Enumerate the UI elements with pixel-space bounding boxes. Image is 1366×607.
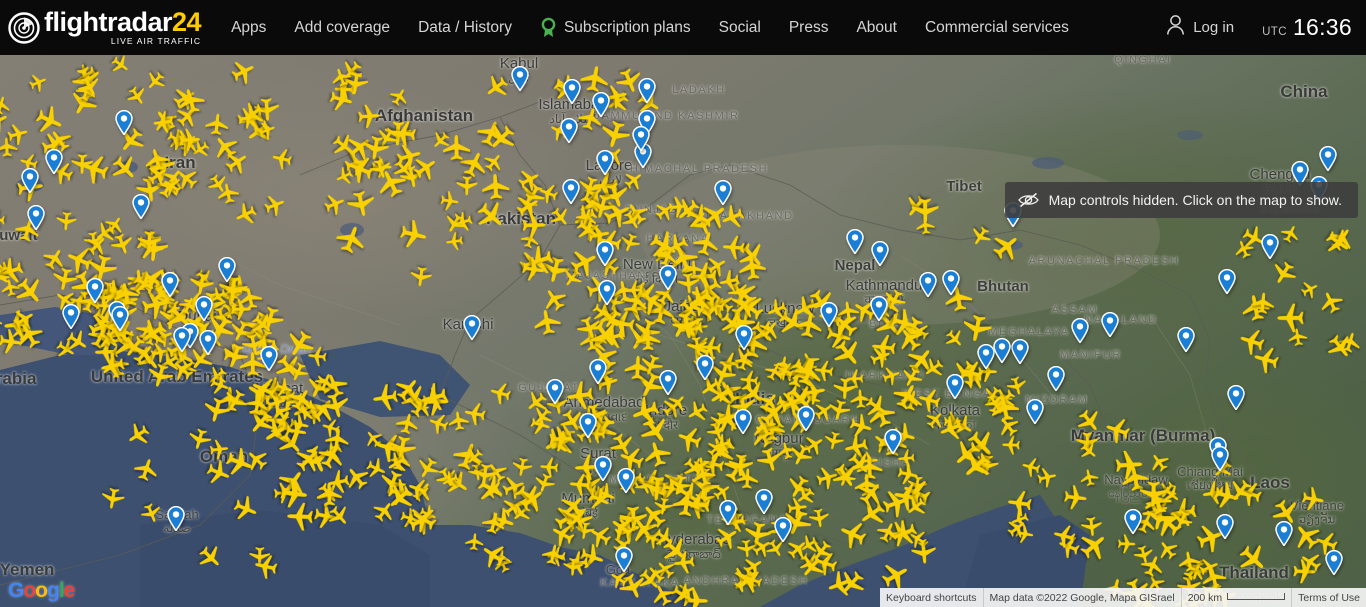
map-scale-label: 200 km bbox=[1187, 591, 1223, 604]
nav-item-press[interactable]: Press bbox=[775, 0, 843, 55]
logo-text-main: flightradar bbox=[44, 7, 173, 37]
map-terrain-background bbox=[0, 55, 1366, 607]
nav-item-apps[interactable]: Apps bbox=[217, 0, 280, 55]
eye-slash-icon bbox=[1017, 192, 1039, 208]
login-label: Log in bbox=[1193, 19, 1235, 36]
utc-clock[interactable]: UTC 16:36 bbox=[1262, 14, 1352, 41]
login-button[interactable]: Log in bbox=[1156, 14, 1244, 41]
nav-item-social[interactable]: Social bbox=[705, 0, 775, 55]
scale-bar-graphic bbox=[1227, 593, 1286, 600]
nav-item-commercial-services[interactable]: Commercial services bbox=[911, 0, 1083, 55]
radar-icon bbox=[8, 11, 40, 44]
nav-label: Commercial services bbox=[924, 19, 1069, 36]
nav-label: About bbox=[856, 19, 897, 36]
clock-time: 16:36 bbox=[1292, 14, 1352, 40]
nav-label: Add coverage bbox=[294, 19, 391, 36]
award-rosette-icon bbox=[540, 17, 557, 39]
nav-label: Apps bbox=[231, 19, 267, 36]
nav-item-add-coverage[interactable]: Add coverage bbox=[280, 0, 404, 55]
header-right-cluster: Log in UTC 16:36 bbox=[1156, 0, 1352, 55]
map-controls-hidden-toast[interactable]: Map controls hidden. Click on the map to… bbox=[1004, 182, 1358, 218]
toast-message: Map controls hidden. Click on the map to… bbox=[1048, 192, 1342, 208]
logo-tagline: LIVE AIR TRAFFIC bbox=[110, 36, 202, 46]
top-navigation-bar: flightradar24 LIVE AIR TRAFFIC Apps Add … bbox=[0, 0, 1366, 55]
flightradar24-app: flightradar24 LIVE AIR TRAFFIC Apps Add … bbox=[0, 0, 1366, 607]
terms-of-use-link[interactable]: Terms of Use bbox=[1291, 588, 1366, 607]
keyboard-shortcuts-label: Keyboard shortcuts bbox=[886, 591, 977, 604]
clock-timezone-label: UTC bbox=[1262, 26, 1287, 38]
nav-label: Data / History bbox=[418, 19, 512, 36]
map-data-attribution: Map data ©2022 Google, Mapa GISrael bbox=[982, 588, 1181, 607]
main-nav: Apps Add coverage Data / History Subscri… bbox=[217, 0, 1083, 55]
nav-item-subscription-plans[interactable]: Subscription plans bbox=[526, 0, 705, 55]
user-icon bbox=[1166, 14, 1185, 41]
nav-label: Subscription plans bbox=[563, 19, 691, 36]
map-scale: 200 km bbox=[1180, 588, 1291, 607]
nav-item-data-history[interactable]: Data / History bbox=[404, 0, 526, 55]
logo-text-accent: 24 bbox=[172, 7, 202, 37]
map-canvas[interactable]: Kabul کابل Islamabad اسلام آباد Afghanistan L… bbox=[0, 55, 1366, 607]
map-attribution-bar: Keyboard shortcuts Map data ©2022 Google… bbox=[880, 588, 1366, 607]
nav-label: Press bbox=[788, 19, 829, 36]
nav-label: Social bbox=[718, 19, 761, 36]
nav-item-about[interactable]: About bbox=[842, 0, 911, 55]
keyboard-shortcuts-button[interactable]: Keyboard shortcuts bbox=[880, 588, 982, 607]
map-data-label: Map data ©2022 Google, Mapa GISrael bbox=[989, 591, 1175, 604]
terms-of-use-label: Terms of Use bbox=[1298, 591, 1360, 604]
logo-wordmark: flightradar24 LIVE AIR TRAFFIC bbox=[44, 7, 202, 47]
flightradar24-logo[interactable]: flightradar24 LIVE AIR TRAFFIC bbox=[8, 7, 202, 47]
